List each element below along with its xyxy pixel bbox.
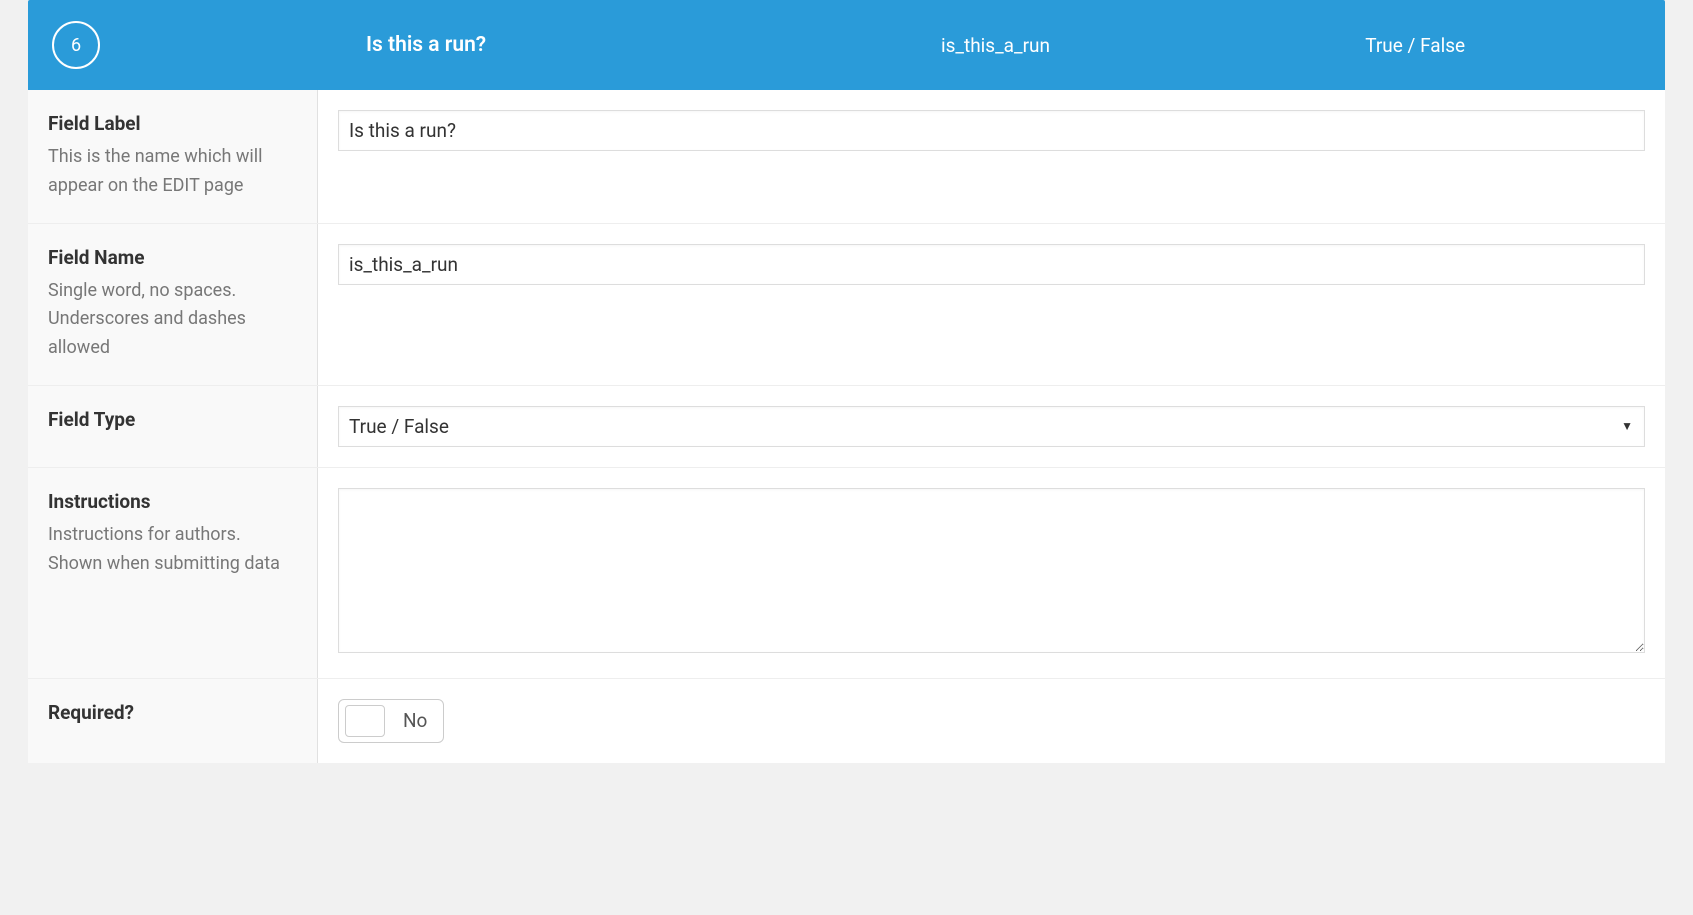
field-header[interactable]: 6 Is this a run? is_this_a_run True / Fa… — [28, 0, 1665, 90]
label-instructions: Instructions Instructions for authors. S… — [28, 468, 318, 678]
field-type-select-wrap: True / False ▼ — [338, 406, 1645, 447]
field-type-select[interactable]: True / False — [338, 406, 1645, 447]
order-number: 6 — [71, 35, 81, 56]
header-field-name: is_this_a_run — [786, 34, 1206, 57]
header-field-type: True / False — [1205, 34, 1665, 57]
row-field-type: Field Type True / False ▼ — [28, 386, 1665, 468]
label-title: Required? — [48, 701, 295, 724]
label-required: Required? — [28, 679, 318, 763]
instructions-textarea[interactable] — [338, 488, 1645, 653]
label-field-name: Field Name Single word, no spaces. Under… — [28, 224, 318, 385]
input-wrap-field-name — [318, 224, 1665, 385]
label-field-type: Field Type — [28, 386, 318, 467]
label-title: Field Name — [48, 246, 295, 269]
label-field-label: Field Label This is the name which will … — [28, 90, 318, 223]
label-desc: Single word, no spaces. Underscores and … — [48, 277, 295, 363]
label-title: Field Type — [48, 408, 295, 431]
row-required: Required? No — [28, 679, 1665, 763]
label-desc: Instructions for authors. Shown when sub… — [48, 521, 295, 579]
input-wrap-instructions — [318, 468, 1665, 678]
field-settings: Field Label This is the name which will … — [28, 90, 1665, 763]
header-field-label: Is this a run? — [318, 33, 786, 57]
field-order: 6 — [28, 21, 318, 69]
field-label-input[interactable] — [338, 110, 1645, 151]
label-desc: This is the name which will appear on th… — [48, 143, 295, 201]
row-field-name: Field Name Single word, no spaces. Under… — [28, 224, 1665, 386]
label-title: Field Label — [48, 112, 295, 135]
row-field-label: Field Label This is the name which will … — [28, 90, 1665, 224]
input-wrap-required: No — [318, 679, 1665, 763]
required-toggle[interactable]: No — [338, 699, 444, 743]
field-name-input[interactable] — [338, 244, 1645, 285]
toggle-switch-icon — [345, 705, 385, 737]
order-circle: 6 — [52, 21, 100, 69]
input-wrap-field-label — [318, 90, 1665, 223]
input-wrap-field-type: True / False ▼ — [318, 386, 1665, 467]
toggle-label: No — [403, 709, 427, 732]
row-instructions: Instructions Instructions for authors. S… — [28, 468, 1665, 679]
label-title: Instructions — [48, 490, 295, 513]
